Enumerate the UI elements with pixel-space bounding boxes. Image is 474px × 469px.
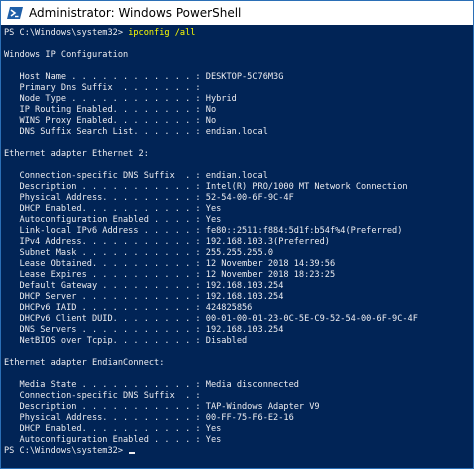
console-output[interactable]: PS C:\Windows\system32> ipconfig /all Wi…	[1, 25, 473, 468]
output-line: Node Type . . . . . . . . . . . . : Hybr…	[4, 94, 237, 104]
output-line: Subnet Mask . . . . . . . . . . . : 255.…	[4, 248, 274, 258]
output-line: Primary Dns Suffix . . . . . . . :	[4, 83, 201, 93]
output-line: Windows IP Configuration	[4, 50, 129, 60]
output-line: NetBIOS over Tcpip. . . . . . . . : Disa…	[4, 336, 248, 346]
output-line: IP Routing Enabled. . . . . . . . : No	[4, 105, 217, 115]
output-line: Physical Address. . . . . . . . . : 00-F…	[4, 413, 294, 423]
output-line: DHCP Enabled. . . . . . . . . . . : Yes	[4, 204, 222, 214]
output-line: Autoconfiguration Enabled . . . . : Yes	[4, 215, 222, 225]
powershell-icon	[7, 6, 23, 20]
output-line: DHCPv6 Client DUID. . . . . . . . : 00-0…	[4, 314, 418, 324]
output-line: DHCPv6 IAID . . . . . . . . . . . : 4248…	[4, 303, 253, 313]
output-line: Default Gateway . . . . . . . . . : 192.…	[4, 281, 284, 291]
output-line: Media State . . . . . . . . . . . : Medi…	[4, 380, 299, 390]
output-line: IPv4 Address. . . . . . . . . . . : 192.…	[4, 237, 330, 247]
window-title: Administrator: Windows PowerShell	[29, 6, 242, 20]
prompt-text: PS C:\Windows\system32>	[4, 446, 129, 456]
output-line: Physical Address. . . . . . . . . : 52-5…	[4, 193, 294, 203]
prompt-line-current[interactable]: PS C:\Windows\system32>	[4, 446, 136, 457]
prompt-line: PS C:\Windows\system32> ipconfig /all	[4, 28, 195, 39]
command-text: ipconfig /all	[128, 28, 196, 38]
powershell-window[interactable]: Administrator: Windows PowerShell PS C:\…	[0, 0, 474, 469]
prompt-text: PS C:\Windows\system32>	[4, 28, 129, 38]
output-line: Ethernet adapter EndianConnect:	[4, 358, 165, 368]
output-line: Host Name . . . . . . . . . . . . : DESK…	[4, 72, 284, 82]
output-line: DHCP Server . . . . . . . . . . . : 192.…	[4, 292, 284, 302]
title-bar[interactable]: Administrator: Windows PowerShell	[1, 1, 473, 25]
text-cursor	[129, 452, 136, 454]
output-line: Lease Obtained. . . . . . . . . . : 12 N…	[4, 259, 336, 269]
output-line: Description . . . . . . . . . . . : Inte…	[4, 182, 408, 192]
output-line: Lease Expires . . . . . . . . . . : 12 N…	[4, 270, 336, 280]
output-line: WINS Proxy Enabled. . . . . . . . : No	[4, 116, 217, 126]
output-line: Connection-specific DNS Suffix . :	[4, 391, 201, 401]
output-line: Connection-specific DNS Suffix . : endia…	[4, 171, 268, 181]
output-line: Description . . . . . . . . . . . : TAP-…	[4, 402, 320, 412]
output-line: DNS Suffix Search List. . . . . . : endi…	[4, 127, 268, 137]
output-line: Ethernet adapter Ethernet 2:	[4, 149, 149, 159]
output-line: Autoconfiguration Enabled . . . . : Yes	[4, 435, 222, 445]
output-line: DHCP Enabled. . . . . . . . . . . : Yes	[4, 424, 222, 434]
output-line: DNS Servers . . . . . . . . . . . : 192.…	[4, 325, 284, 335]
output-line: Link-local IPv6 Address . . . . . : fe80…	[4, 226, 403, 236]
